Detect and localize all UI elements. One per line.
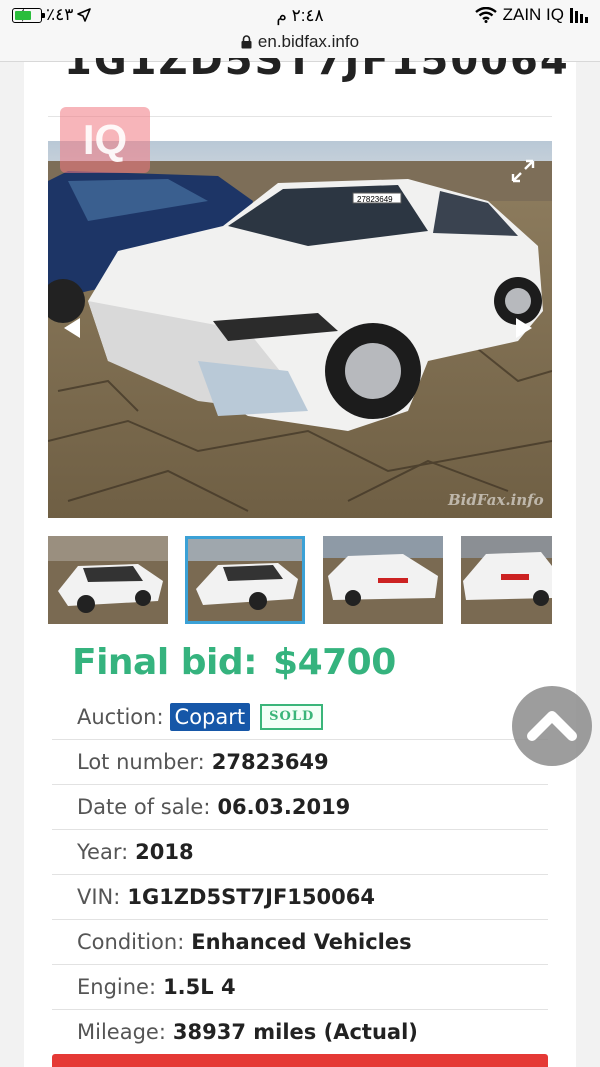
action-button[interactable]	[52, 1054, 548, 1067]
main-photo[interactable]: 27823649 BidFax.info	[48, 141, 552, 518]
photo-watermark: BidFax.info	[447, 491, 544, 509]
sold-badge: SOLD	[260, 703, 324, 730]
address-bar[interactable]: en.bidfax.info	[0, 30, 600, 62]
listing-card: 1G1ZD5ST7JF150064 27823649 BidFax.info I…	[24, 58, 576, 1067]
final-bid: Final bid: $4700	[72, 642, 396, 683]
lot-row: Lot number: 27823649	[52, 739, 548, 784]
arrow-left-icon[interactable]	[62, 316, 82, 340]
site-logo: IQ	[60, 107, 150, 173]
vin-row: VIN: 1G1ZD5ST7JF150064	[52, 874, 548, 919]
lot-label: Lot number:	[77, 750, 205, 774]
url-display[interactable]: en.bidfax.info	[241, 32, 359, 52]
final-bid-label: Final bid:	[72, 642, 258, 683]
lot-value: 27823649	[211, 750, 329, 774]
year-label: Year:	[77, 840, 129, 864]
vin-label: VIN:	[77, 885, 121, 909]
thumbnail-1[interactable]	[48, 536, 168, 624]
year-row: Year: 2018	[52, 829, 548, 874]
plate-text: 27823649	[357, 195, 393, 204]
thumbnail-4[interactable]	[461, 536, 552, 624]
engine-row: Engine: 1.5L 4	[52, 964, 548, 1009]
vin-value: 1G1ZD5ST7JF150064	[127, 885, 375, 909]
arrow-right-icon[interactable]	[514, 316, 534, 340]
expand-icon[interactable]	[510, 158, 536, 184]
mileage-row: Mileage: 38937 miles (Actual)	[52, 1009, 548, 1054]
signal-icon	[570, 7, 588, 23]
auction-label: Auction:	[77, 704, 164, 729]
car-photo: 27823649 BidFax.info	[48, 141, 552, 518]
thumbnail-strip	[48, 536, 552, 624]
date-label: Date of sale:	[77, 795, 211, 819]
wifi-icon	[474, 7, 497, 23]
year-value: 2018	[135, 840, 194, 864]
carrier-name: ZAIN IQ	[502, 5, 564, 24]
chevron-up-icon	[527, 711, 577, 741]
mileage-value: 38937 miles (Actual)	[172, 1020, 418, 1044]
condition-value: Enhanced Vehicles	[191, 930, 412, 954]
thumbnail-3[interactable]	[323, 536, 443, 624]
status-bar: ٪٤٣ ٢:٤٨ م ZAIN IQ	[0, 0, 600, 30]
condition-row: Condition: Enhanced Vehicles	[52, 919, 548, 964]
scroll-top-button[interactable]	[512, 686, 592, 766]
auction-row: Auction: Copart SOLD	[52, 694, 548, 739]
final-bid-value: $4700	[273, 642, 396, 683]
mileage-label: Mileage:	[77, 1020, 166, 1044]
details-list: Auction: Copart SOLD Lot number: 2782364…	[52, 694, 548, 1054]
engine-value: 1.5L 4	[163, 975, 236, 999]
thumbnail-2[interactable]	[185, 536, 305, 624]
date-value: 06.03.2019	[217, 795, 351, 819]
lock-icon	[241, 35, 252, 49]
status-right: ZAIN IQ	[474, 5, 588, 25]
url-text: en.bidfax.info	[257, 32, 360, 51]
condition-label: Condition:	[77, 930, 185, 954]
engine-label: Engine:	[77, 975, 157, 999]
date-row: Date of sale: 06.03.2019	[52, 784, 548, 829]
auction-link[interactable]: Copart	[169, 702, 251, 731]
